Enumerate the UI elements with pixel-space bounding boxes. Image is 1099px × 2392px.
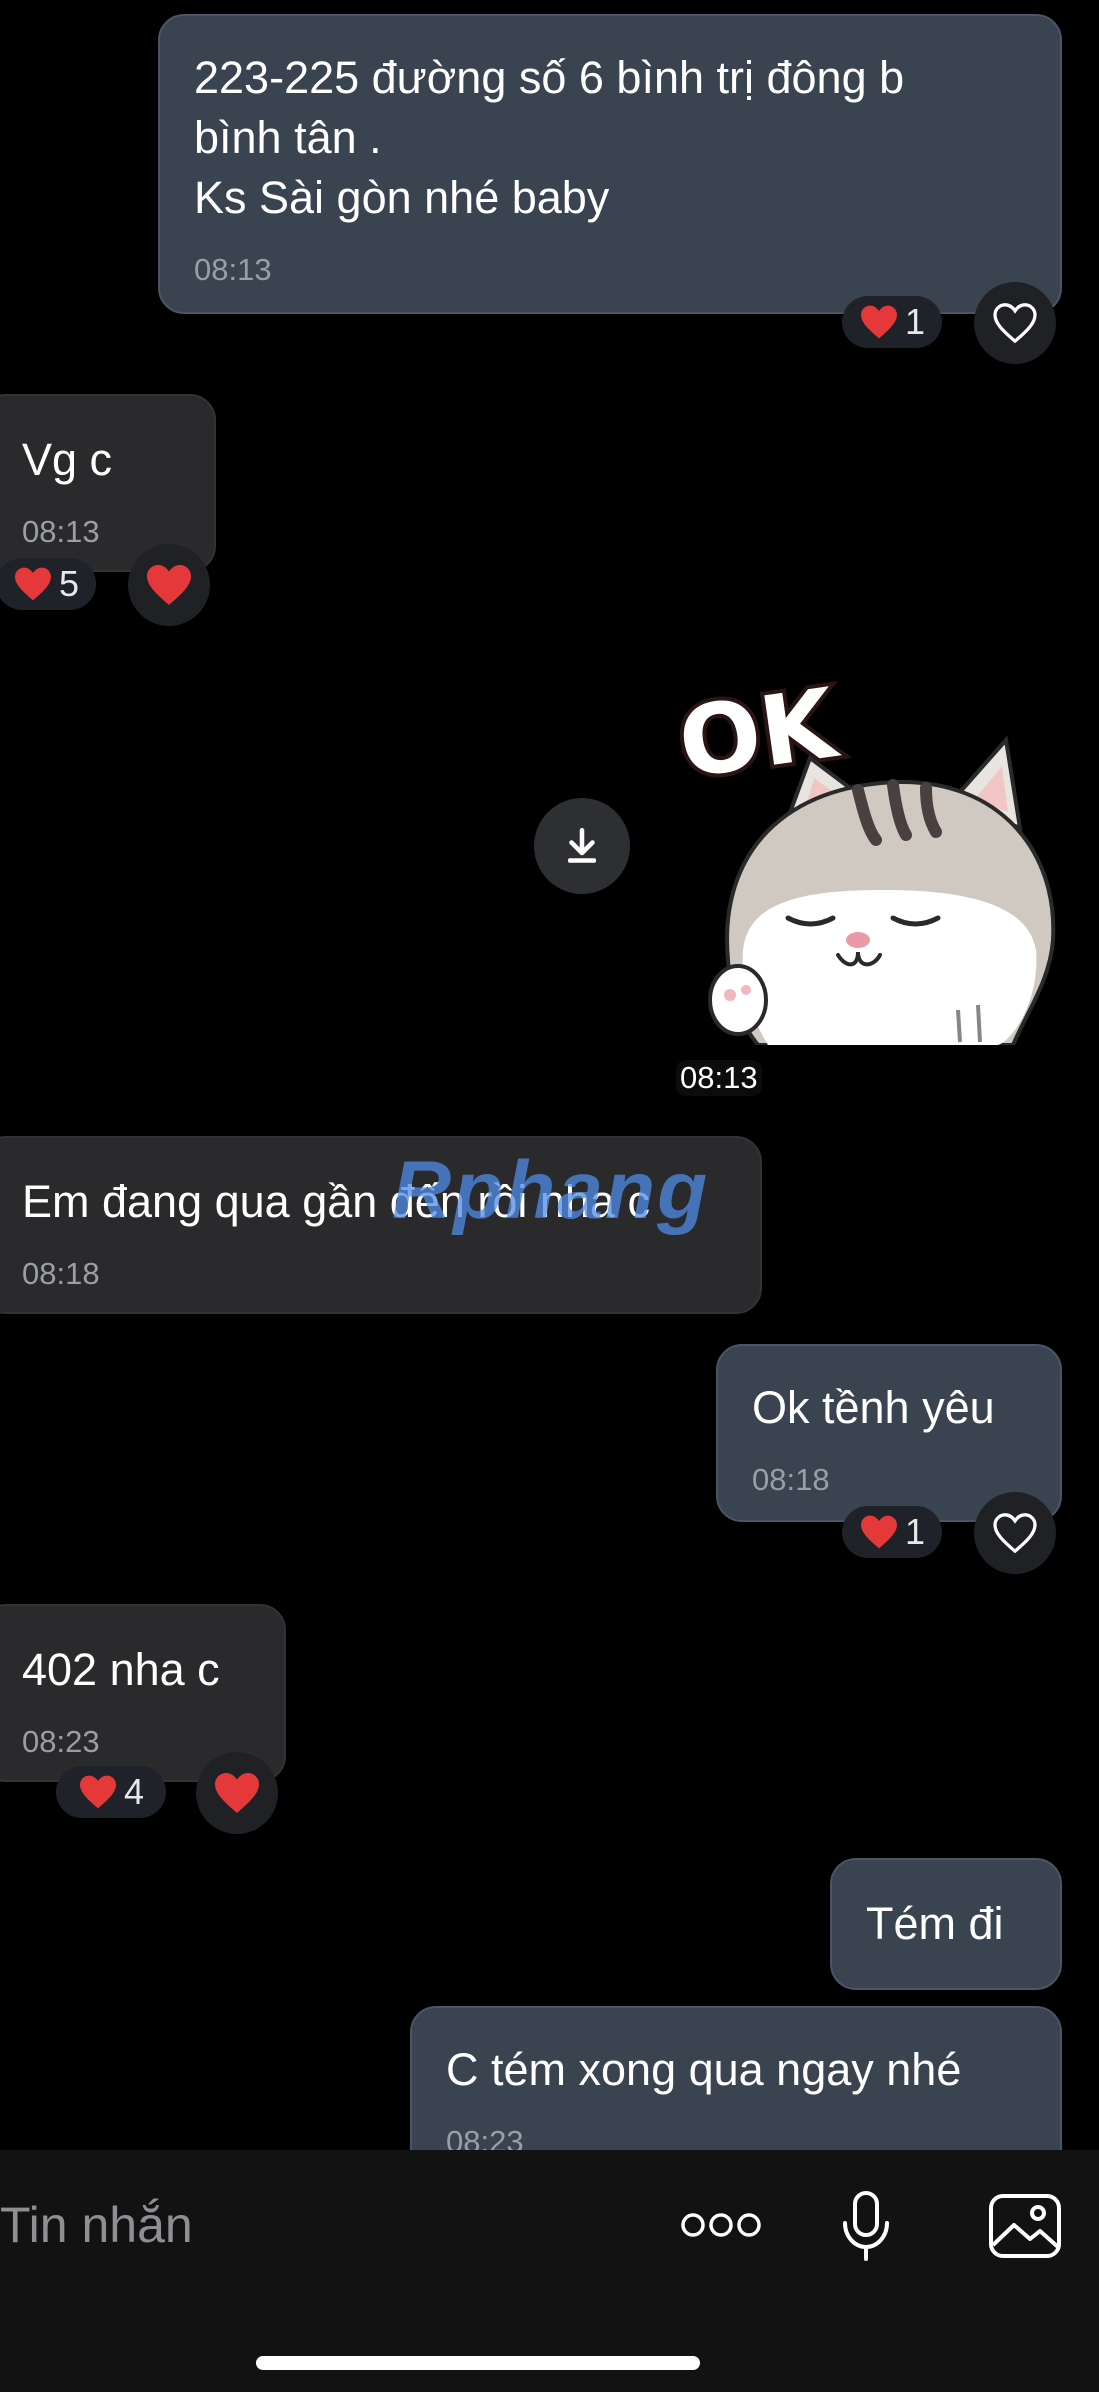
message-text: Tém đi (866, 1898, 1004, 1949)
message-bubble-received[interactable]: Vg c 08:13 (0, 394, 216, 572)
message-bubble-sent[interactable]: Tém đi (830, 1858, 1062, 1990)
reaction-count-pill[interactable]: 1 (842, 296, 942, 348)
heart-icon (147, 565, 191, 605)
mic-icon (843, 2191, 889, 2261)
heart-outline-icon (993, 303, 1037, 343)
voice-button[interactable] (826, 2186, 906, 2266)
message-text: Ok tềnh yêu (752, 1382, 995, 1433)
react-button[interactable] (974, 282, 1056, 364)
reaction-count: 1 (904, 1511, 926, 1552)
message-text: C tém xong qua ngay nhé (446, 2044, 962, 2095)
message-time: 08:23 (22, 1724, 100, 1759)
download-button[interactable] (534, 798, 630, 894)
react-button[interactable] (128, 544, 210, 626)
message-time: 08:13 (22, 514, 100, 549)
heart-outline-icon (993, 1513, 1037, 1553)
more-icon (681, 2213, 761, 2237)
cat-sticker-image: OK (668, 663, 1056, 1047)
image-icon (989, 2194, 1061, 2258)
message-bubble-sent[interactable]: 223-225 đường số 6 bình trị đông b bình … (158, 14, 1062, 314)
heart-icon (79, 1775, 116, 1809)
message-text: 223-225 đường số 6 bình trị đông b bình … (194, 52, 905, 223)
message-time: 08:18 (752, 1462, 830, 1497)
reaction-count: 4 (123, 1771, 145, 1812)
heart-icon (215, 1773, 259, 1813)
reaction-count-pill[interactable]: 4 (56, 1766, 166, 1818)
reaction-count: 1 (904, 301, 926, 342)
react-button[interactable] (196, 1752, 278, 1834)
sticker-cat-ok[interactable]: OK (668, 650, 1058, 1047)
reaction-count-pill[interactable]: 5 (0, 558, 96, 610)
message-time: 08:18 (22, 1256, 100, 1291)
heart-icon (14, 567, 51, 601)
reaction-count: 5 (58, 563, 80, 604)
heart-icon (860, 305, 897, 339)
reaction-count-pill[interactable]: 1 (842, 1506, 942, 1558)
download-icon (568, 827, 596, 863)
sticker-time: 08:13 (676, 1060, 762, 1096)
message-text: 402 nha c (22, 1644, 220, 1695)
message-input[interactable]: Tin nhắn (0, 2190, 640, 2260)
watermark-logo: Rphang (392, 1145, 710, 1236)
message-time: 08:13 (194, 252, 272, 287)
gallery-button[interactable] (980, 2186, 1070, 2266)
message-text: Vg c (22, 434, 113, 485)
more-button[interactable] (676, 2190, 766, 2260)
home-indicator[interactable] (256, 2356, 700, 2370)
heart-icon (860, 1515, 897, 1549)
react-button[interactable] (974, 1492, 1056, 1574)
